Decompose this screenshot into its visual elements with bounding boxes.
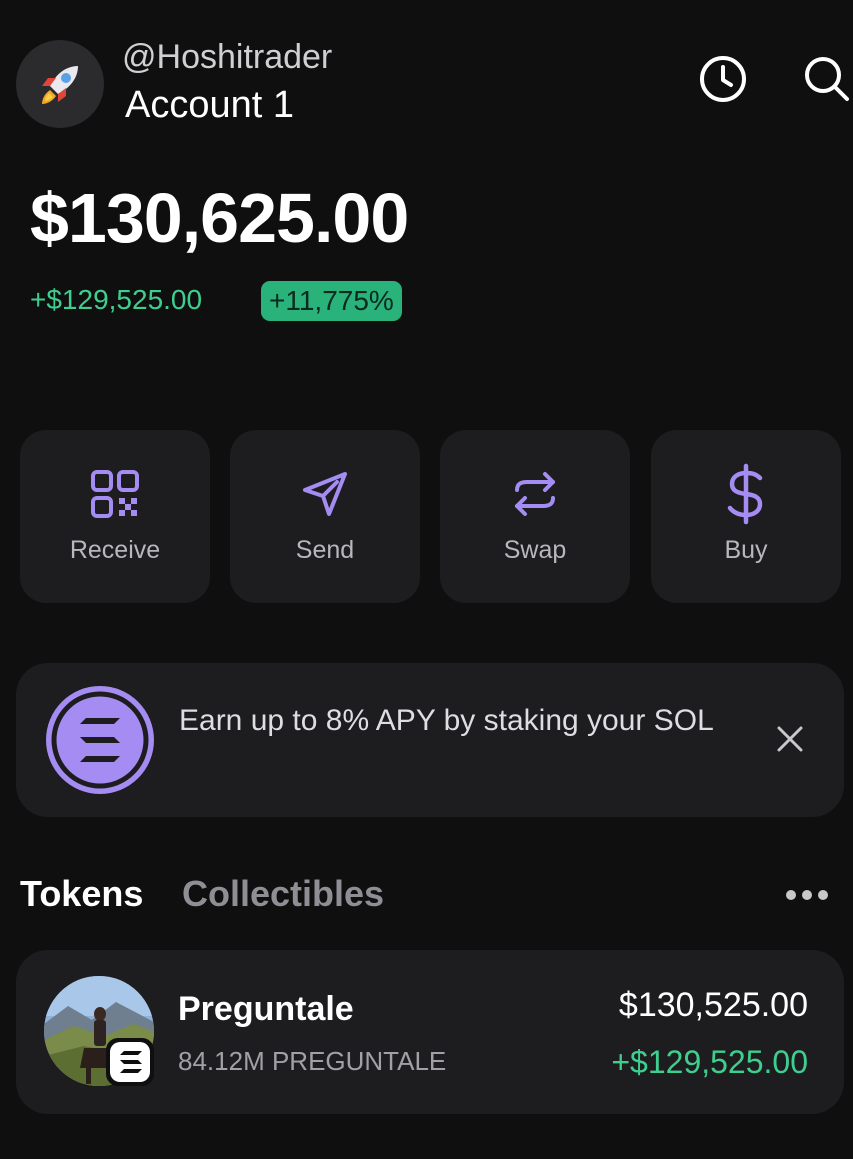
- swap-button[interactable]: Swap: [440, 430, 630, 603]
- account-avatar[interactable]: [16, 40, 104, 128]
- rocket-icon: [42, 66, 78, 104]
- search-icon: [805, 57, 849, 101]
- token-row[interactable]: Preguntale 84.12M PREGUNTALE $130,525.00…: [16, 950, 844, 1114]
- send-label: Send: [295, 536, 355, 564]
- buy-label: Buy: [724, 536, 768, 564]
- send-button[interactable]: Send: [230, 430, 420, 603]
- swap-label: Swap: [503, 536, 567, 564]
- staking-promo-banner[interactable]: Earn up to 8% APY by staking your SOL: [16, 663, 844, 817]
- token-name: Preguntale: [178, 990, 354, 1028]
- chain-badge: [106, 1038, 154, 1086]
- receive-label: Receive: [69, 536, 161, 564]
- more-dots-icon: [786, 890, 828, 900]
- clock-history-icon: [700, 56, 746, 102]
- promo-text: Earn up to 8% APY by staking your SOL: [179, 704, 714, 737]
- receive-button[interactable]: Receive: [20, 430, 210, 603]
- dollar-icon: [716, 463, 776, 525]
- search-button[interactable]: [800, 52, 853, 106]
- account-name[interactable]: Account 1: [125, 84, 294, 127]
- buy-button[interactable]: Buy: [651, 430, 841, 603]
- balance-change: +$129,525.00: [30, 284, 203, 315]
- close-promo-button[interactable]: [768, 717, 812, 761]
- paper-plane-icon: [295, 464, 355, 524]
- token-value: $130,525.00: [618, 986, 808, 1024]
- change-percent-badge: +11,775%: [261, 281, 402, 321]
- solana-icon: [46, 686, 154, 794]
- history-button[interactable]: [696, 52, 750, 106]
- close-icon: [777, 726, 803, 752]
- swap-arrows-icon: [505, 464, 565, 524]
- more-options-button[interactable]: [780, 880, 834, 910]
- token-amount: 84.12M PREGUNTALE: [178, 1046, 447, 1076]
- username: @Hoshitrader: [122, 38, 333, 76]
- qr-code-icon: [85, 464, 145, 524]
- tab-tokens[interactable]: Tokens: [20, 873, 143, 915]
- total-balance: $130,625.00: [30, 179, 409, 257]
- token-change: +$129,525.00: [611, 1044, 808, 1080]
- tab-collectibles[interactable]: Collectibles: [182, 873, 384, 915]
- solana-icon: [120, 1051, 142, 1073]
